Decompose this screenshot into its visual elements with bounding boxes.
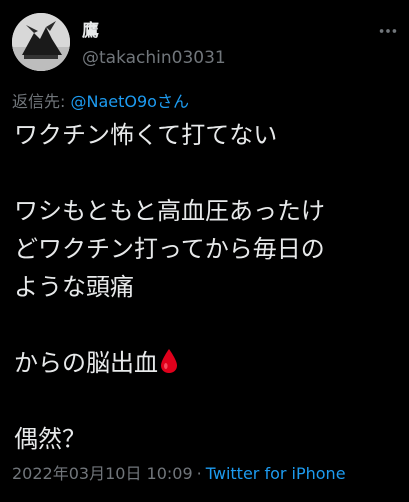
tweet-line: ワシもともと高血圧あったけ xyxy=(14,197,326,225)
reply-prefix: 返信先: xyxy=(12,92,66,111)
user-avatar[interactable] xyxy=(12,13,70,71)
user-avatar-bird-icon xyxy=(12,13,70,71)
tweet-line: からの脳出血 xyxy=(14,349,158,377)
reply-mention-link[interactable]: @NaetO9oさん xyxy=(71,92,189,111)
user-handle[interactable]: @takachin03031 xyxy=(82,48,226,68)
tweet-detail: 鷹 @takachin03031 返信先: @NaetO9oさん ワクチン怖くて… xyxy=(0,0,409,502)
tweet-timestamp[interactable]: 2022年03月10日 10:09 xyxy=(12,464,193,483)
tweet-line: どワクチン打ってから毎日の xyxy=(14,235,325,263)
display-name[interactable]: 鷹 xyxy=(82,16,99,41)
tweet-line: ような頭痛 xyxy=(14,273,134,301)
tweet-meta: 2022年03月10日 10:09 · Twitter for iPhone xyxy=(12,460,346,484)
meta-separator: · xyxy=(196,464,202,483)
more-options-icon xyxy=(379,29,397,33)
more-options-button[interactable] xyxy=(373,16,403,46)
reply-context: 返信先: @NaetO9oさん xyxy=(12,88,189,112)
tweet-line: ワクチン怖くて打てない xyxy=(14,121,278,149)
blood-drop-icon xyxy=(161,349,177,373)
tweet-body: ワクチン怖くて打てない ワシもともと高血圧あったけ どワクチン打ってから毎日の … xyxy=(14,116,404,458)
tweet-line: 偶然？ xyxy=(14,425,86,453)
tweet-client-link[interactable]: Twitter for iPhone xyxy=(206,464,346,483)
tweet-line-with-emoji: からの脳出血 xyxy=(14,344,404,382)
